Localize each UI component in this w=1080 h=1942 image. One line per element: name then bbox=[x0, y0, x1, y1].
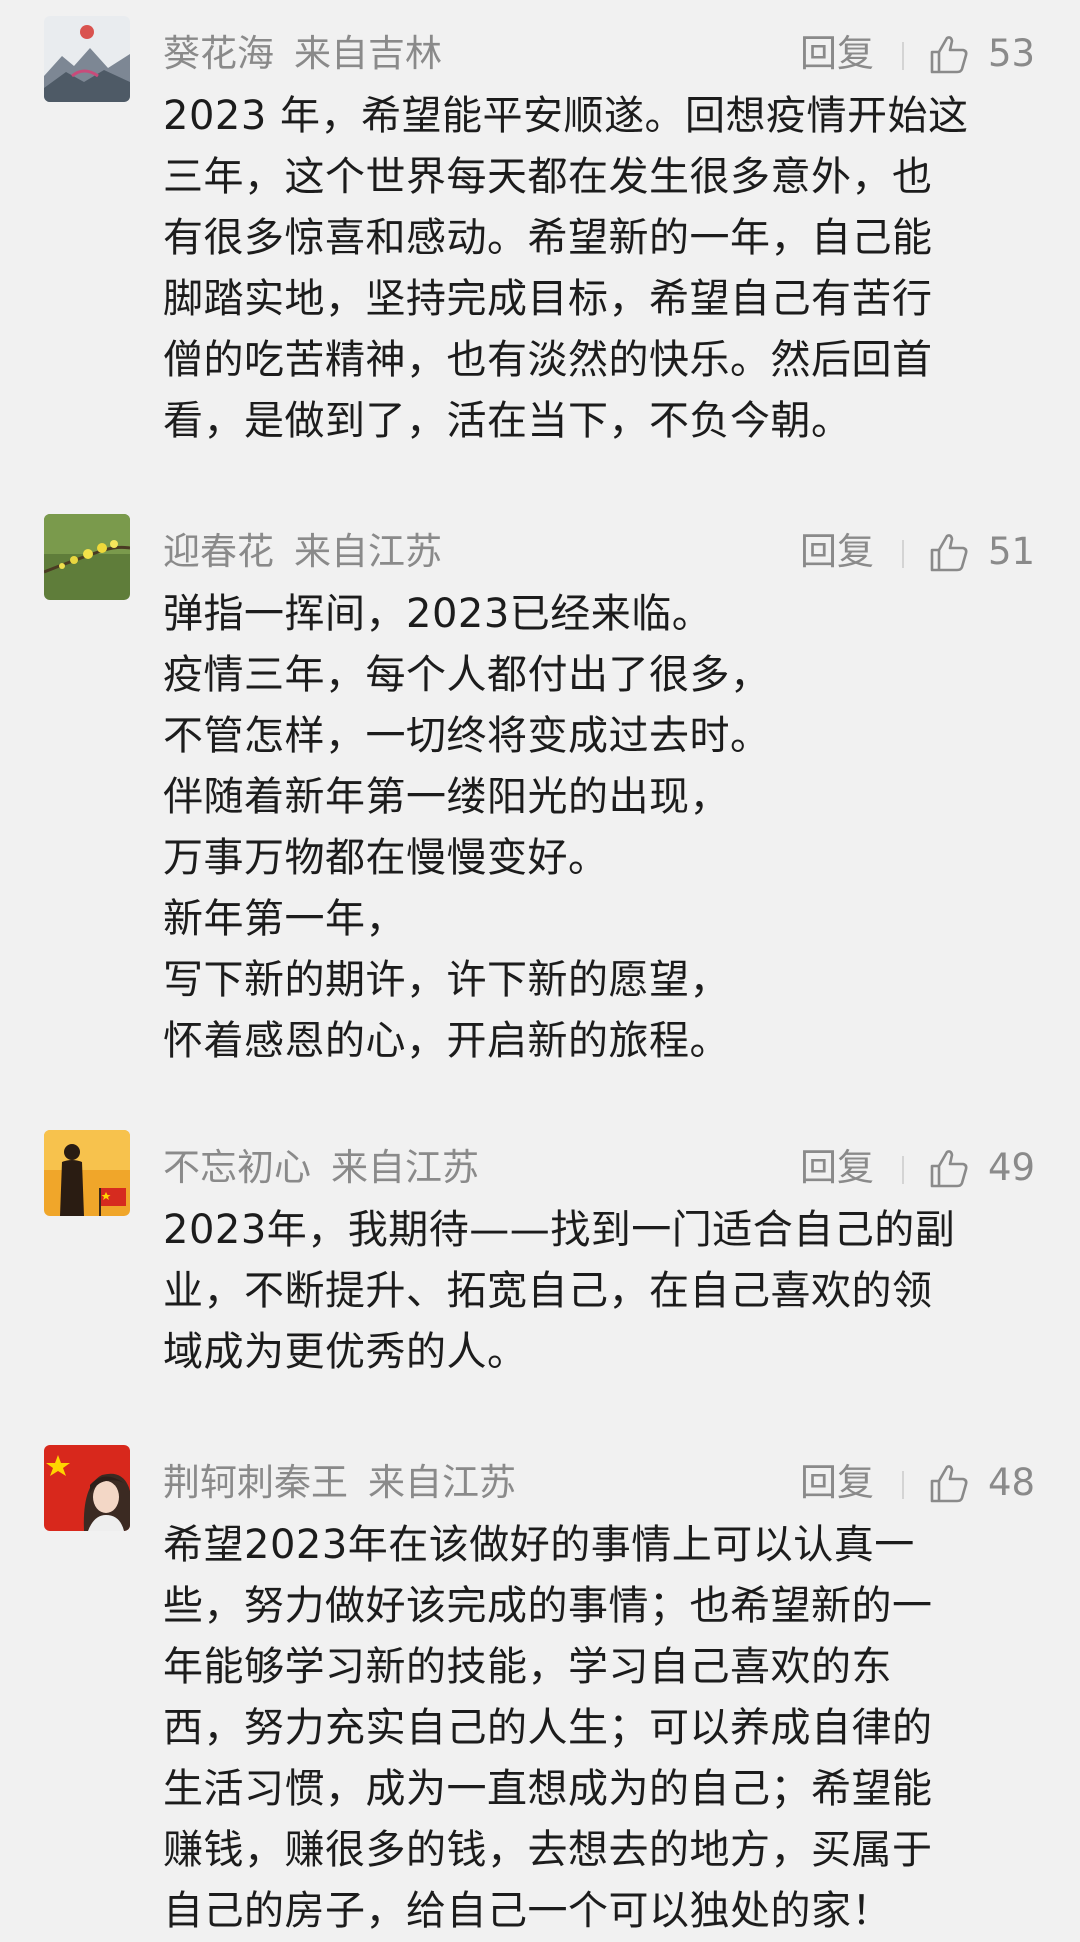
comment-line: 些，努力做好该完成的事情；也希望新的一 bbox=[163, 1583, 933, 1629]
comment-line: 2023年，我期待——找到一门适合自己的副 bbox=[163, 1207, 956, 1253]
reply-button[interactable]: 回复 bbox=[800, 30, 874, 78]
comment-actions: 回复 49 bbox=[800, 1144, 1050, 1192]
comment-line: 年能够学习新的技能，学习自己喜欢的东 bbox=[163, 1644, 892, 1690]
avatar[interactable] bbox=[44, 16, 130, 102]
comment-line: 看，是做到了，活在当下，不负今朝。 bbox=[163, 398, 852, 444]
comment-line: 业，不断提升、拓宽自己，在自己喜欢的领 bbox=[163, 1268, 933, 1314]
reply-button[interactable]: 回复 bbox=[800, 1459, 874, 1507]
avatar[interactable] bbox=[44, 1130, 130, 1216]
avatar[interactable] bbox=[44, 1445, 130, 1531]
comment-line: 疫情三年，每个人都付出了很多， bbox=[163, 652, 771, 698]
divider bbox=[902, 1156, 904, 1184]
comment-line: 弹指一挥间，2023已经来临。 bbox=[163, 591, 713, 637]
commenter-name[interactable]: 迎春花 bbox=[163, 530, 274, 573]
silhouette-flag-avatar-icon bbox=[44, 1130, 130, 1216]
commenter-location: 来自江苏 bbox=[294, 530, 442, 573]
thumbs-up-icon[interactable] bbox=[928, 1463, 970, 1505]
girl-flag-avatar-icon bbox=[44, 1445, 130, 1531]
comment-line: 域成为更优秀的人。 bbox=[163, 1329, 528, 1375]
comment-line: 僧的吃苦精神，也有淡然的快乐。然后回首 bbox=[163, 337, 933, 383]
commenter-location: 来自江苏 bbox=[331, 1146, 479, 1189]
comment-line: 脚踏实地，坚持完成目标，希望自己有苦行 bbox=[163, 276, 933, 322]
avatar[interactable] bbox=[44, 514, 130, 600]
comment-meta: 葵花海 来自吉林 bbox=[163, 30, 442, 78]
landscape-avatar-icon bbox=[44, 16, 130, 102]
commenter-name[interactable]: 荆轲刺秦王 bbox=[163, 1461, 348, 1504]
comment-line: 西，努力充实自己的人生；可以养成自律的 bbox=[163, 1705, 933, 1751]
commenter-name[interactable]: 葵花海 bbox=[163, 32, 274, 75]
reply-button[interactable]: 回复 bbox=[800, 1144, 874, 1192]
comment-actions: 回复 53 bbox=[800, 30, 1050, 78]
commenter-location: 来自吉林 bbox=[294, 32, 442, 75]
comment-actions: 回复 48 bbox=[800, 1459, 1050, 1507]
comment-line: 生活习惯，成为一直想成为的自己；希望能 bbox=[163, 1766, 933, 1812]
comment-feed: 葵花海 来自吉林 回复 53 2023 年，希望能平安顺遂。回想疫情开始这 三年，… bbox=[0, 0, 1080, 1934]
commenter-name[interactable]: 不忘初心 bbox=[163, 1146, 311, 1189]
like-count: 49 bbox=[988, 1146, 1036, 1189]
comment-meta: 迎春花 来自江苏 bbox=[163, 528, 442, 576]
like-count: 53 bbox=[988, 32, 1036, 75]
comment-actions: 回复 51 bbox=[800, 528, 1050, 576]
comment-line: 三年，这个世界每天都在发生很多意外，也 bbox=[163, 154, 933, 200]
thumbs-up-icon[interactable] bbox=[928, 1148, 970, 1190]
divider bbox=[902, 42, 904, 70]
thumbs-up-icon[interactable] bbox=[928, 34, 970, 76]
comment-line: 自己的房子，给自己一个可以独处的家！ bbox=[163, 1888, 892, 1934]
comment-text: 弹指一挥间，2023已经来临。 疫情三年，每个人都付出了很多， 不管怎样，一切终… bbox=[163, 584, 1043, 1072]
reply-button[interactable]: 回复 bbox=[800, 528, 874, 576]
comment-line: 写下新的期许，许下新的愿望， bbox=[163, 957, 730, 1003]
comment-line: 新年第一年， bbox=[163, 896, 406, 942]
comment-line: 希望2023年在该做好的事情上可以认真一 bbox=[163, 1522, 915, 1568]
divider bbox=[902, 1471, 904, 1499]
divider bbox=[902, 540, 904, 568]
comment-line: 2023 年，希望能平安顺遂。回想疫情开始这 bbox=[163, 93, 969, 139]
comment-text: 2023 年，希望能平安顺遂。回想疫情开始这 三年，这个世界每天都在发生很多意外… bbox=[163, 86, 1043, 452]
comment-line: 伴随着新年第一缕阳光的出现， bbox=[163, 774, 730, 820]
comment-line: 怀着感恩的心，开启新的旅程。 bbox=[163, 1018, 730, 1064]
comment-text: 希望2023年在该做好的事情上可以认真一 些，努力做好该完成的事情；也希望新的一… bbox=[163, 1515, 1043, 1942]
comment-line: 有很多惊喜和感动。希望新的一年，自己能 bbox=[163, 215, 933, 261]
comment-line: 万事万物都在慢慢变好。 bbox=[163, 835, 609, 881]
like-count: 51 bbox=[988, 530, 1036, 573]
thumbs-up-icon[interactable] bbox=[928, 532, 970, 574]
comment-meta: 荆轲刺秦王 来自江苏 bbox=[163, 1459, 516, 1507]
like-count: 48 bbox=[988, 1461, 1036, 1504]
comment-line: 不管怎样，一切终将变成过去时。 bbox=[163, 713, 771, 759]
comment-text: 2023年，我期待——找到一门适合自己的副 业，不断提升、拓宽自己，在自己喜欢的… bbox=[163, 1200, 1043, 1383]
flower-branch-avatar-icon bbox=[44, 514, 130, 600]
comment-line: 赚钱，赚很多的钱，去想去的地方，买属于 bbox=[163, 1827, 933, 1873]
commenter-location: 来自江苏 bbox=[368, 1461, 516, 1504]
comment-meta: 不忘初心 来自江苏 bbox=[163, 1144, 479, 1192]
